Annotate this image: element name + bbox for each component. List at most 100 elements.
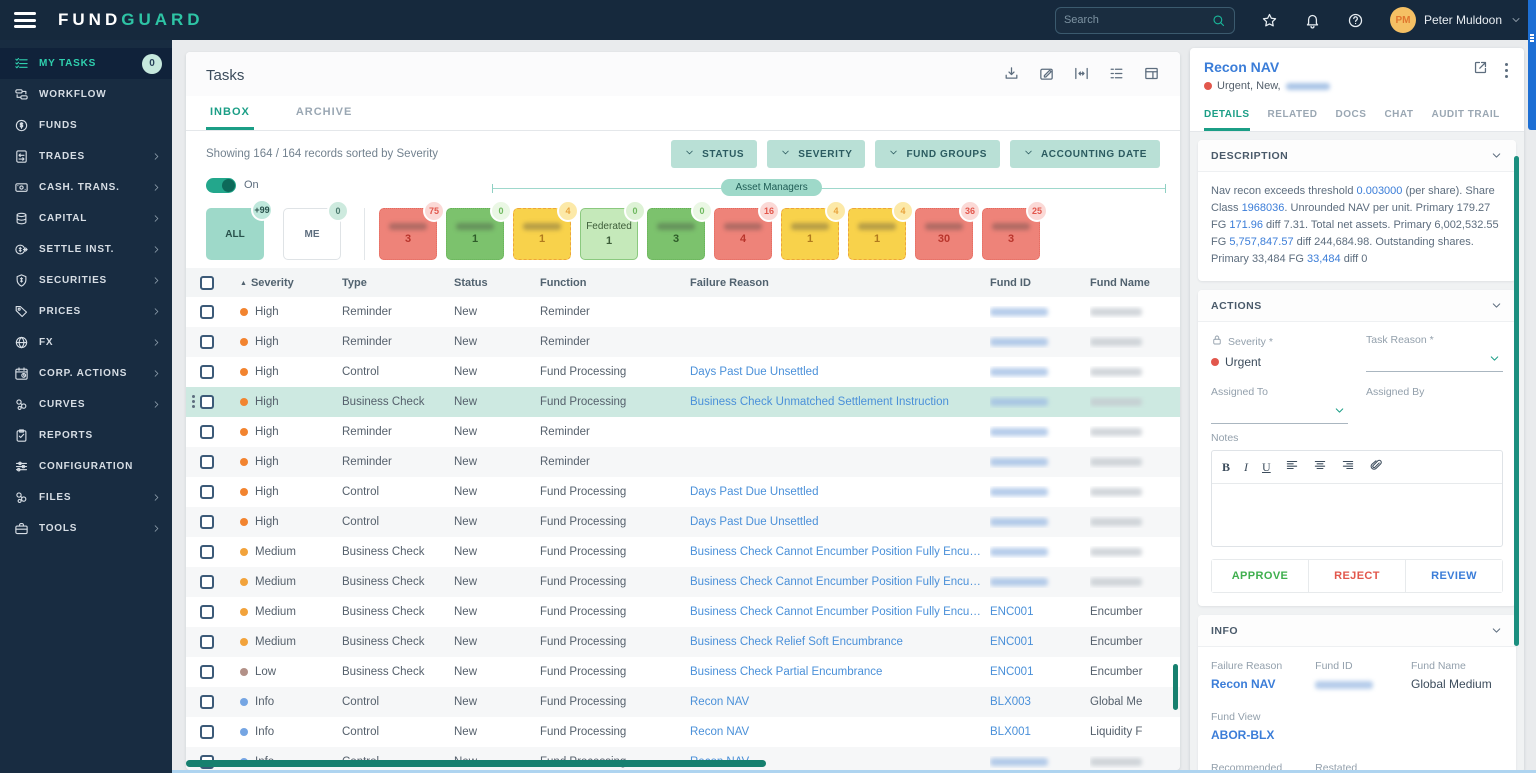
search-icon[interactable] bbox=[1211, 13, 1226, 28]
panel-vertical-scrollbar[interactable] bbox=[1514, 156, 1519, 646]
fund-group-card-9[interactable]: 30 36 bbox=[915, 200, 981, 260]
favorites-icon[interactable] bbox=[1261, 12, 1278, 29]
table-row[interactable]: High Control New Fund Processing Days Past D… bbox=[186, 357, 1180, 387]
column-header-severity[interactable]: ▲ Severity bbox=[240, 277, 342, 289]
notes-align-left-button[interactable] bbox=[1285, 458, 1299, 476]
table-row[interactable]: Info Control New Fund Processing Recon NAV BL… bbox=[186, 717, 1180, 747]
column-header-function[interactable]: Function bbox=[540, 277, 690, 289]
sidebar-item-funds[interactable]: FUNDS bbox=[0, 110, 172, 141]
failure-reason-cell[interactable]: Business Check Unmatched Settlement Inst… bbox=[690, 396, 990, 408]
table-row[interactable]: Info Control New Fund Processing Recon NAV BL… bbox=[186, 687, 1180, 717]
sidebar-item-reports[interactable]: REPORTS bbox=[0, 420, 172, 451]
sidebar-item-trades[interactable]: TRADES bbox=[0, 141, 172, 172]
checkbox[interactable] bbox=[200, 665, 214, 679]
fund-id-cell[interactable]: BLX001 bbox=[990, 726, 1090, 738]
failure-reason-cell[interactable]: Recon NAV bbox=[690, 726, 990, 738]
checkbox[interactable] bbox=[200, 515, 214, 529]
more-options-icon[interactable] bbox=[1503, 61, 1510, 80]
sidebar-item-capital[interactable]: CAPITAL bbox=[0, 203, 172, 234]
table-row[interactable]: High Control New Fund Processing Days Past D… bbox=[186, 477, 1180, 507]
table-row[interactable]: Medium Business Check New Fund Processing Bu… bbox=[186, 597, 1180, 627]
failure-reason-cell[interactable]: Recon NAV bbox=[690, 696, 990, 708]
sidebar-item-my-tasks[interactable]: MY TASKS 0 bbox=[0, 48, 172, 79]
fund-group-card-8[interactable]: 14 bbox=[848, 200, 914, 260]
checkbox[interactable] bbox=[200, 725, 214, 739]
column-header-fund-name[interactable]: Fund Name bbox=[1090, 277, 1180, 289]
checkbox[interactable] bbox=[200, 455, 214, 469]
column-header-fund-id[interactable]: Fund ID bbox=[990, 277, 1090, 289]
horizontal-scrollbar[interactable] bbox=[186, 760, 766, 767]
sidebar-item-cash-trans[interactable]: CASH. TRANS. bbox=[0, 172, 172, 203]
notes-align-center-button[interactable] bbox=[1313, 458, 1327, 476]
sidebar-item-files[interactable]: FILES bbox=[0, 482, 172, 513]
assigned-to-select[interactable] bbox=[1211, 400, 1348, 425]
sidebar-item-tools[interactable]: TOOLS bbox=[0, 513, 172, 544]
checkbox[interactable] bbox=[200, 575, 214, 589]
checkbox[interactable] bbox=[200, 425, 214, 439]
table-row[interactable]: High Control New Fund Processing Days Past D… bbox=[186, 507, 1180, 537]
download-button[interactable] bbox=[1003, 65, 1020, 85]
checkbox[interactable] bbox=[200, 635, 214, 649]
detail-tab-details[interactable]: DETAILS bbox=[1204, 100, 1250, 131]
fund-group-card-7[interactable]: 14 bbox=[781, 200, 847, 260]
task-title-link[interactable]: Recon NAV bbox=[1204, 59, 1330, 75]
collapse-chevron-icon[interactable] bbox=[1490, 624, 1503, 637]
table-row[interactable]: High Reminder New Reminder bbox=[186, 447, 1180, 477]
notifications-icon[interactable] bbox=[1304, 12, 1321, 29]
detail-tab-audit-trail[interactable]: AUDIT TRAIL bbox=[1431, 100, 1499, 131]
hamburger-menu-icon[interactable] bbox=[14, 12, 36, 28]
column-header-failure-reason[interactable]: Failure Reason bbox=[690, 277, 990, 289]
notes-input[interactable] bbox=[1212, 484, 1502, 546]
column-header-type[interactable]: Type bbox=[342, 277, 454, 289]
group-filter-toggle[interactable] bbox=[206, 177, 236, 193]
fund-id-cell[interactable]: ENC001 bbox=[990, 666, 1090, 678]
failure-reason-cell[interactable]: Business Check Cannot Encumber Position … bbox=[690, 576, 990, 588]
filter-status[interactable]: STATUS bbox=[671, 140, 758, 168]
filter-accounting-date[interactable]: ACCOUNTING DATE bbox=[1009, 140, 1160, 168]
fund-id-cell[interactable]: BLX003 bbox=[990, 696, 1090, 708]
field-value[interactable]: Recon NAV bbox=[1211, 677, 1307, 691]
collapse-chevron-icon[interactable] bbox=[1490, 299, 1503, 312]
filter-severity[interactable]: SEVERITY bbox=[767, 140, 866, 168]
sidebar-item-securities[interactable]: SECURITIES bbox=[0, 265, 172, 296]
sidebar-item-fx[interactable]: FX bbox=[0, 327, 172, 358]
fund-group-card-1[interactable]: 3 75 bbox=[379, 200, 445, 260]
tab-inbox[interactable]: INBOX bbox=[206, 96, 254, 130]
table-row[interactable]: Medium Business Check New Fund Processing Bu… bbox=[186, 627, 1180, 657]
table-row[interactable]: Medium Business Check New Fund Processing Bu… bbox=[186, 567, 1180, 597]
fund-group-card-5[interactable]: 30 bbox=[647, 200, 713, 260]
checkbox[interactable] bbox=[200, 305, 214, 319]
global-search[interactable] bbox=[1054, 6, 1235, 34]
browser-extension-tab[interactable] bbox=[1528, 0, 1536, 130]
sidebar-item-workflow[interactable]: WORKFLOW bbox=[0, 79, 172, 110]
sidebar-item-corp-actions[interactable]: CORP. ACTIONS bbox=[0, 358, 172, 389]
open-external-icon[interactable] bbox=[1472, 59, 1489, 81]
sidebar-item-settle-inst[interactable]: SETTLE INST. bbox=[0, 234, 172, 265]
search-input[interactable] bbox=[1063, 14, 1211, 26]
sidebar-item-prices[interactable]: PRICES bbox=[0, 296, 172, 327]
column-layout-button[interactable] bbox=[1143, 65, 1160, 85]
column-header-status[interactable]: Status bbox=[454, 277, 540, 289]
checkbox[interactable] bbox=[200, 605, 214, 619]
checkbox[interactable] bbox=[200, 695, 214, 709]
sidebar-item-curves[interactable]: CURVES bbox=[0, 389, 172, 420]
tab-archive[interactable]: ARCHIVE bbox=[292, 96, 357, 130]
scope-card-me[interactable]: ME 0 bbox=[283, 200, 349, 260]
checkbox[interactable] bbox=[200, 275, 214, 290]
drag-handle-icon[interactable] bbox=[188, 395, 198, 408]
fund-group-card-10[interactable]: 3 25 bbox=[982, 200, 1048, 260]
fund-group-card-2[interactable]: 10 bbox=[446, 200, 512, 260]
table-vertical-scrollbar[interactable] bbox=[1173, 664, 1178, 710]
reject-button[interactable]: REJECT bbox=[1309, 560, 1406, 593]
failure-reason-cell[interactable]: Business Check Cannot Encumber Position … bbox=[690, 606, 990, 618]
user-menu[interactable]: PM Peter Muldoon bbox=[1389, 7, 1522, 33]
table-row[interactable]: High Reminder New Reminder bbox=[186, 417, 1180, 447]
table-row[interactable]: High Business Check New Fund Processing Busi… bbox=[186, 387, 1180, 417]
detail-tab-docs[interactable]: DOCS bbox=[1336, 100, 1367, 131]
assign-button[interactable] bbox=[1038, 65, 1055, 85]
task-reason-select[interactable] bbox=[1366, 348, 1503, 373]
select-all-checkbox[interactable] bbox=[200, 275, 240, 290]
notes-italic-button[interactable]: I bbox=[1244, 460, 1248, 475]
help-icon[interactable] bbox=[1347, 12, 1364, 29]
failure-reason-cell[interactable]: Business Check Cannot Encumber Position … bbox=[690, 546, 990, 558]
